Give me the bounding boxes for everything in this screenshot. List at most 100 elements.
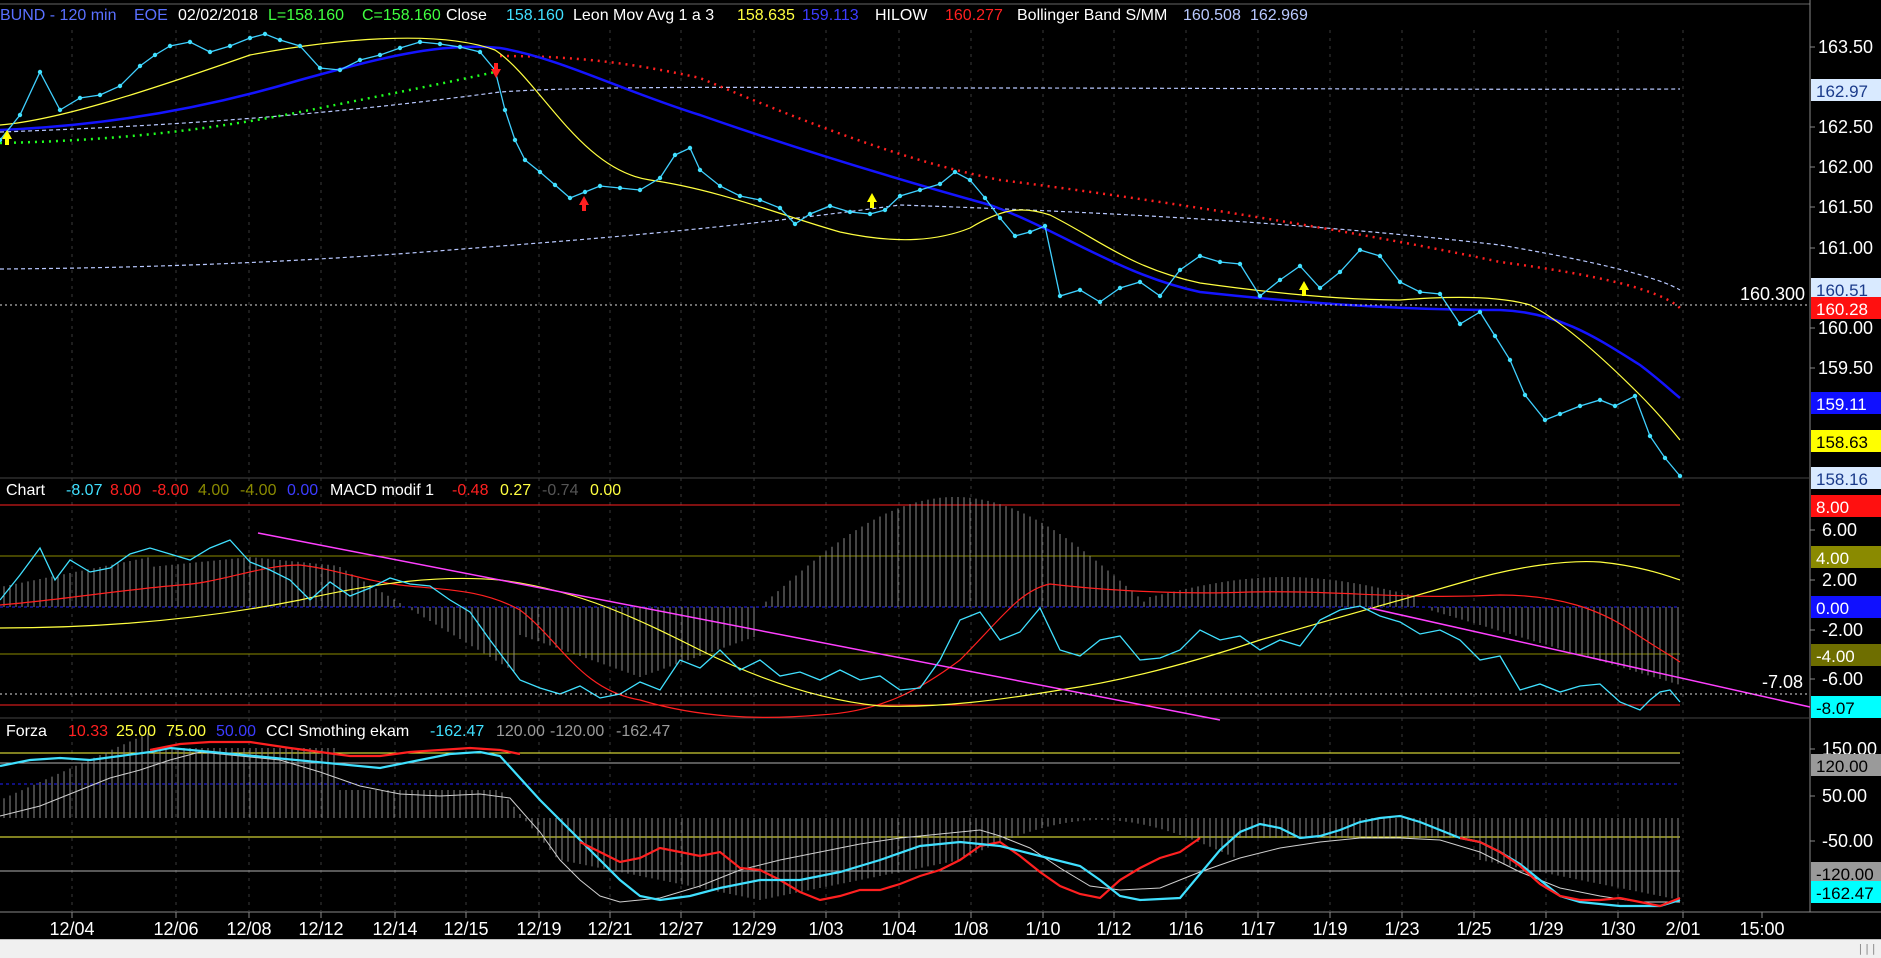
axis-tick-label: 161.00 — [1818, 238, 1873, 258]
close-point — [1522, 392, 1528, 398]
time-tick-label: 12/04 — [49, 919, 94, 939]
close-point — [1377, 253, 1383, 259]
close-point — [37, 69, 43, 75]
time-tick-label: 1/30 — [1600, 919, 1635, 939]
close-point — [1417, 289, 1423, 295]
time-tick-label: 1/10 — [1025, 919, 1060, 939]
mov-avg-value-2: 159.113 — [802, 7, 859, 24]
close-point — [1177, 267, 1183, 273]
close-point — [437, 41, 443, 47]
price-label-text: -8.07 — [1816, 699, 1855, 718]
hilow-value: 160.277 — [945, 7, 1003, 24]
field-value: 158.160 — [506, 7, 564, 24]
close-point — [882, 207, 888, 213]
close-point — [897, 193, 903, 199]
close-point — [827, 203, 833, 209]
close-point — [867, 211, 873, 217]
close-point — [582, 189, 588, 195]
close-point — [277, 37, 283, 43]
chart-canvas: 160.300 -7.08 BUND - 120 min EOE 02/02/2… — [0, 0, 1881, 939]
time-tick-label: 1/29 — [1528, 919, 1563, 939]
axis-tick-label: 161.50 — [1818, 197, 1873, 217]
macd-value-4: 4.00 — [198, 482, 229, 499]
close-point — [567, 195, 573, 201]
close-point — [1507, 357, 1513, 363]
low-label: L=158.160 — [268, 7, 344, 24]
close-point — [967, 177, 973, 183]
macd-m2: 0.27 — [500, 482, 531, 499]
close-point — [1257, 293, 1263, 299]
time-tick-label: 12/06 — [153, 919, 198, 939]
macd-legend: Chart -8.07 8.00 -8.00 4.00 -4.00 0.00 M… — [6, 482, 621, 499]
close-point — [1027, 229, 1033, 235]
forza-label: Forza — [6, 723, 47, 740]
close-point — [477, 49, 483, 55]
price-label-text: 159.11 — [1816, 395, 1867, 414]
close-point — [917, 187, 923, 193]
bollinger-value-1: 160.508 — [1183, 7, 1241, 24]
close-point — [617, 185, 623, 191]
close-point — [637, 187, 643, 193]
bollinger-name: Bollinger Band S/MM — [1017, 7, 1167, 24]
close-point — [1197, 253, 1203, 259]
time-tick-label: 12/27 — [658, 919, 703, 939]
time-tick-label: 2/01 — [1665, 919, 1700, 939]
close-point — [1632, 393, 1638, 399]
close-point — [1542, 417, 1548, 423]
close-point — [522, 157, 528, 163]
close-point — [1437, 291, 1443, 297]
close-point — [1677, 473, 1683, 479]
close-point — [792, 221, 798, 227]
cci-name: CCI Smothing ekam — [266, 723, 409, 740]
cci-value-3: -120.00 — [550, 723, 604, 740]
close-point — [757, 197, 763, 203]
close-point — [1057, 293, 1063, 299]
close-point — [57, 107, 63, 113]
close-point — [777, 205, 783, 211]
price-label-text: 4.00 — [1816, 549, 1849, 568]
time-tick-label: 12/15 — [443, 919, 488, 939]
axis-tick-label: 163.50 — [1818, 37, 1873, 57]
close-point — [337, 67, 343, 73]
close-point — [137, 63, 143, 69]
price-label-text: 158.16 — [1816, 470, 1868, 489]
time-tick-label: 12/08 — [226, 919, 271, 939]
close-point — [717, 183, 723, 189]
close-point — [1337, 269, 1343, 275]
close-point — [17, 112, 23, 118]
macd-m1: -0.48 — [452, 482, 489, 499]
close-point — [1317, 285, 1323, 291]
close-point — [512, 137, 518, 143]
time-tick-label: 1/19 — [1312, 919, 1347, 939]
close-point — [77, 95, 83, 101]
close-point — [1237, 261, 1243, 267]
close-point — [317, 65, 323, 71]
price-label-text: 160.28 — [1816, 300, 1868, 319]
close-point — [1137, 279, 1143, 285]
close-point — [807, 211, 813, 217]
price-label-text: 120.00 — [1816, 757, 1868, 776]
close-point — [227, 43, 233, 49]
close-point — [502, 107, 508, 113]
price-label-text: -4.00 — [1816, 647, 1855, 666]
close-point — [117, 83, 123, 89]
close-point — [297, 43, 303, 49]
close-point — [1277, 277, 1283, 283]
resize-grip-icon[interactable]: ||| — [1857, 942, 1877, 955]
price-label-text: -162.47 — [1816, 884, 1874, 903]
close-point — [397, 45, 403, 51]
close-point — [377, 52, 383, 58]
time-tick-label: 1/12 — [1096, 919, 1131, 939]
field-label: Close — [446, 7, 487, 24]
axis-tick-label: -2.00 — [1822, 620, 1863, 640]
forza-value-2: 25.00 — [116, 723, 156, 740]
time-tick-label: 12/21 — [587, 919, 632, 939]
forza-value-4: 50.00 — [216, 723, 256, 740]
date-label: 02/02/2018 — [178, 7, 258, 24]
close-point — [597, 183, 603, 189]
forza-value-3: 75.00 — [166, 723, 206, 740]
axis-tick-label: 159.50 — [1818, 358, 1873, 378]
close-point — [1597, 397, 1603, 403]
close-point — [1557, 411, 1563, 417]
close-point — [1357, 247, 1363, 253]
